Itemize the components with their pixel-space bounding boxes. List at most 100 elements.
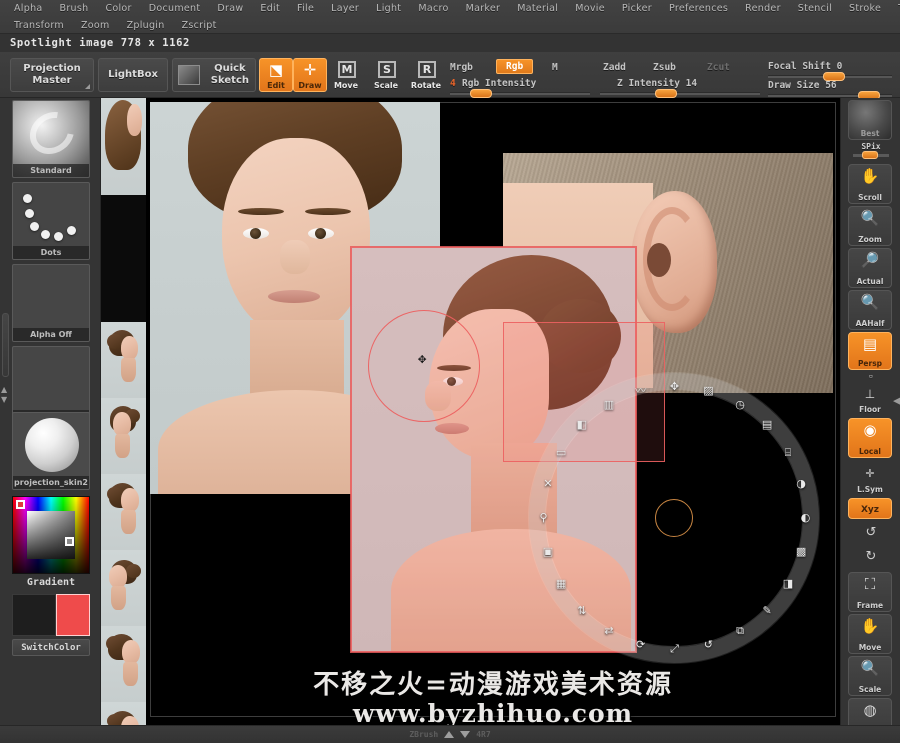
menu-item-alpha[interactable]: Alpha	[6, 1, 51, 16]
lsym-label: L.Sym	[857, 485, 883, 494]
menu-item-document[interactable]: Document	[141, 1, 209, 16]
menu-item-transform[interactable]: Transform	[6, 18, 72, 33]
draw-mode-button[interactable]: ✛ Draw	[293, 58, 327, 92]
rgb-intensity-slider[interactable]	[450, 89, 590, 98]
color-picker-marker-secondary[interactable]	[65, 537, 74, 546]
switch-color-button[interactable]: SwitchColor	[12, 639, 90, 656]
local-button[interactable]: ◉ Local	[848, 418, 892, 458]
scroll-button[interactable]: ✋ Scroll	[848, 164, 892, 204]
frame-button[interactable]: ⛶ Frame	[848, 572, 892, 612]
scale-button[interactable]: 🔍 Scale	[848, 656, 892, 696]
menu-item-light[interactable]: Light	[368, 1, 409, 16]
menu-item-texture[interactable]: Texture	[890, 1, 900, 16]
edit-mode-button[interactable]: ⬔ Edit	[259, 58, 293, 92]
menu-item-draw[interactable]: Draw	[209, 1, 251, 16]
rotate-cw-icon[interactable]: ↻	[857, 546, 885, 568]
spix-knob[interactable]	[862, 151, 878, 159]
menu-item-brush[interactable]: Brush	[52, 1, 97, 16]
floor-toggle-row[interactable]: ▫	[841, 372, 900, 380]
left-edge-arrow-up-icon[interactable]: ▲	[1, 386, 7, 394]
menu-item-stencil[interactable]: Stencil	[790, 1, 840, 16]
scroll-up-icon[interactable]	[444, 731, 455, 738]
scale-mode-button[interactable]: S Scale	[369, 58, 403, 92]
focal-shift-slider[interactable]	[768, 72, 892, 81]
menu-item-material[interactable]: Material	[509, 1, 566, 16]
list-item[interactable]	[101, 474, 146, 550]
menu-item-zoom[interactable]: Zoom	[73, 18, 118, 33]
draw-icon: ✛	[303, 61, 317, 79]
zsub-button[interactable]: Zsub	[653, 62, 676, 73]
rgb-button[interactable]: Rgb	[496, 59, 534, 74]
floor-button[interactable]: ⊥ Floor	[848, 382, 892, 416]
quick-sketch-button[interactable]: Quick Sketch	[172, 58, 256, 92]
right-edge-arrow-icon[interactable]: ◀	[893, 394, 900, 407]
material-swatch[interactable]: projection_skin2	[12, 412, 90, 490]
lsym-button[interactable]: ✛ L.Sym	[848, 462, 892, 496]
rgb-intensity-value: 4	[450, 78, 456, 89]
move-label: Move	[333, 81, 359, 90]
xyz-button[interactable]: Xyz	[848, 498, 892, 519]
stroke-swatch[interactable]: Dots	[12, 182, 90, 260]
list-item[interactable]	[101, 195, 146, 322]
side-profile-image[interactable]	[350, 246, 637, 653]
list-item[interactable]	[101, 626, 146, 702]
projection-master-button[interactable]: Projection Master	[10, 58, 94, 92]
menu-item-macro[interactable]: Macro	[410, 1, 456, 16]
left-edge-scroll-handle[interactable]	[2, 313, 9, 377]
color-picker[interactable]	[12, 496, 90, 574]
menu-item-layer[interactable]: Layer	[323, 1, 367, 16]
list-item[interactable]	[101, 98, 146, 195]
menu-item-edit[interactable]: Edit	[252, 1, 288, 16]
persp-button[interactable]: ▤ Persp	[848, 332, 892, 370]
scroll-down-icon[interactable]	[460, 731, 471, 738]
move-hand-icon: ✋	[860, 617, 880, 635]
z-intensity-slider[interactable]	[600, 89, 760, 98]
menu-item-zscript[interactable]: Zscript	[174, 18, 225, 33]
draw-size-slider[interactable]	[768, 91, 892, 100]
spix-slider[interactable]	[853, 151, 889, 159]
edit-icon: ⬔	[268, 61, 284, 79]
menu-item-movie[interactable]: Movie	[567, 1, 613, 16]
list-item[interactable]	[101, 322, 146, 398]
rgb-intensity-knob[interactable]	[470, 89, 492, 98]
primary-color-swatch[interactable]	[56, 594, 90, 636]
zadd-button[interactable]: Zadd	[603, 62, 626, 73]
z-intensity-knob[interactable]	[655, 89, 677, 98]
actual-button[interactable]: 🔎 Actual	[848, 248, 892, 288]
menu-item-marker[interactable]: Marker	[458, 1, 509, 16]
brush-swatch[interactable]: Standard	[12, 100, 90, 178]
color-picker-inner[interactable]	[27, 511, 75, 559]
best-label: Best	[860, 129, 880, 138]
secondary-color-swatch[interactable]	[12, 594, 56, 636]
menu-item-stroke[interactable]: Stroke	[841, 1, 889, 16]
menu-item-preferences[interactable]: Preferences	[661, 1, 736, 16]
menu-item-color[interactable]: Color	[97, 1, 139, 16]
move-button[interactable]: ✋ Move	[848, 614, 892, 654]
menu-item-zplugin[interactable]: Zplugin	[119, 18, 173, 33]
rotate-mode-button[interactable]: R Rotate	[409, 58, 443, 92]
rotate-ccw-icon[interactable]: ↺	[857, 522, 885, 544]
move-mode-button[interactable]: M Move	[329, 58, 363, 92]
list-item[interactable]	[101, 398, 146, 474]
zoom-button[interactable]: 🔍 Zoom	[848, 206, 892, 246]
menu-item-file[interactable]: File	[289, 1, 322, 16]
draw-size-label: Draw Size 56	[768, 80, 837, 91]
lightbox-button[interactable]: LightBox	[98, 58, 168, 92]
gradient-label: Gradient	[26, 577, 76, 588]
menu-item-picker[interactable]: Picker	[614, 1, 660, 16]
color-swatches[interactable]	[12, 594, 90, 636]
reference-thumbnail-strip[interactable]	[101, 98, 146, 743]
mrgb-button[interactable]: Mrgb	[450, 62, 473, 73]
document-canvas[interactable]: ✥ ✥ ▨ ◷ ▤ ⌸ ◑ ◐ ▩ ◨ ✎ ⧉ ↺ ⤢ ⟳ ⇄ ⇅ ▦ ▣ ⚲ ✕ ▭ ◧ ▥ 〰 不移之火=动漫游戏美术资源…	[146, 98, 840, 743]
perspective-icon: ▤	[862, 335, 878, 353]
alpha-swatch[interactable]: Alpha Off	[12, 264, 90, 342]
focal-shift-label: Focal Shift 0	[768, 61, 843, 72]
m-button[interactable]: M	[552, 62, 558, 73]
aahalf-button[interactable]: 🔍 AAHalf	[848, 290, 892, 330]
menu-item-render[interactable]: Render	[737, 1, 789, 16]
material-label: projection_skin2	[13, 476, 89, 489]
best-preview-button[interactable]: Best	[848, 100, 892, 140]
color-picker-marker-primary[interactable]	[16, 500, 25, 509]
left-edge-arrow-down-icon[interactable]: ▼	[1, 396, 7, 404]
list-item[interactable]	[101, 550, 146, 626]
